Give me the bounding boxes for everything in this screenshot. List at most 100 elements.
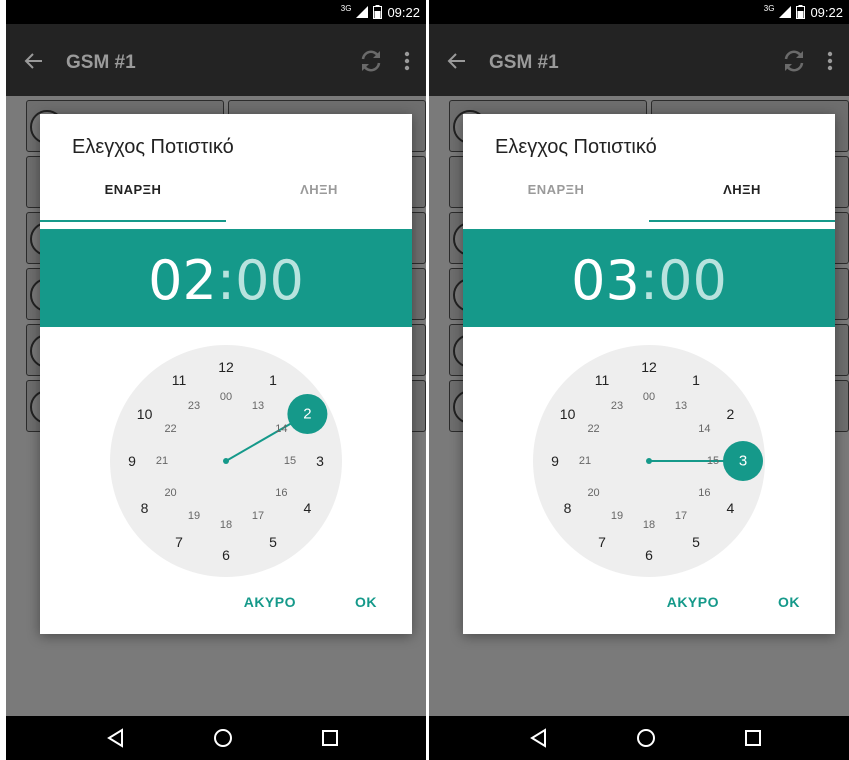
nav-back-icon[interactable] [525,724,553,752]
clock-inner-hour[interactable]: 18 [643,519,655,531]
tab-start[interactable]: ΕΝΑΡΞΗ [463,178,649,222]
clock-outer-hour[interactable]: 7 [598,534,606,550]
clock-inner-hour[interactable]: 17 [252,510,264,522]
clock-outer-hour[interactable]: 10 [137,406,153,422]
dialog-title: Ελεγχος Ποτιστικό [72,136,234,158]
clock-inner-hour[interactable]: 14 [275,423,287,435]
clock-outer-hour[interactable]: 8 [141,500,149,516]
clock-inner-hour[interactable]: 19 [188,510,200,522]
tab-end-label: ΛΗΞΗ [723,182,761,197]
tab-start-label: ΕΝΑΡΞΗ [104,182,162,197]
clock-inner-hour[interactable]: 16 [275,487,287,499]
network-type: 3G [763,3,775,13]
nav-recents-icon[interactable] [739,724,767,752]
tab-start-label: ΕΝΑΡΞΗ [527,182,585,197]
cancel-button[interactable]: ΑΚΥΡΟ [667,594,719,610]
time-picker-dialog: Ελεγχος Ποτιστικό ΕΝΑΡΞΗ ΛΗΞΗ 03:00 12 1 2… [463,114,835,634]
time-separator: : [216,249,236,312]
clock-inner-hour[interactable]: 00 [643,391,655,403]
clock-face [110,345,342,577]
ok-button[interactable]: OK [355,594,377,610]
status-bar: 3G 09:22 [6,0,426,24]
nav-recents-icon[interactable] [316,724,344,752]
clock-inner-hour[interactable]: 20 [587,487,599,499]
tab-underline [649,220,835,222]
clock-inner-hour[interactable]: 13 [675,400,687,412]
clock-inner-hour[interactable]: 20 [164,487,176,499]
clock-inner-hour[interactable]: 00 [220,391,232,403]
tab-underline [40,220,226,222]
battery-icon [373,5,383,19]
clock-outer-hour[interactable]: 11 [172,372,187,388]
clock-outer-hour[interactable]: 10 [560,406,576,422]
clock-inner-hour[interactable]: 18 [220,519,232,531]
clock-inner-hour[interactable]: 13 [252,400,264,412]
clock-outer-hour[interactable]: 2 [727,406,735,422]
clock-center-dot [223,458,229,464]
tab-start[interactable]: ΕΝΑΡΞΗ [40,178,226,222]
clock-outer-hour[interactable]: 12 [641,359,657,375]
more-vert-icon[interactable] [827,48,833,74]
clock-outer-hour[interactable]: 5 [692,534,700,550]
clock-outer-hour[interactable]: 9 [128,453,136,469]
refresh-icon[interactable] [358,48,384,74]
clock-dial[interactable]: 12 1 2 3 4 5 6 7 8 9 10 11 00 13 14 15 16 17 18 19 20 21 22 23 [533,345,765,577]
clock-inner-hour[interactable]: 15 [284,455,296,467]
ok-button[interactable]: OK [778,594,800,610]
clock-outer-hour[interactable]: 8 [564,500,572,516]
clock-outer-hour[interactable]: 1 [269,372,277,388]
clock-center-dot [646,458,652,464]
time-hours[interactable]: 03 [571,249,640,312]
clock-outer-hour[interactable]: 9 [551,453,559,469]
clock-inner-hour[interactable]: 19 [611,510,623,522]
clock-inner-hour[interactable]: 21 [579,455,591,467]
clock-outer-hour[interactable]: 11 [595,372,610,388]
navigation-bar [429,716,849,760]
nav-home-icon[interactable] [632,724,660,752]
clock-inner-hour[interactable]: 22 [164,423,176,435]
more-vert-icon[interactable] [404,48,410,74]
clock-outer-hour[interactable]: 2 [303,406,311,423]
nav-home-icon[interactable] [209,724,237,752]
time-picker-dialog: Ελεγχος Ποτιστικό ΕΝΑΡΞΗ ΛΗΞΗ 02:00 12 1 2… [40,114,412,634]
clock-outer-hour[interactable]: 3 [739,453,747,470]
clock-inner-hour[interactable]: 22 [587,423,599,435]
clock-inner-hour[interactable]: 15 [707,455,719,467]
back-arrow-icon[interactable] [24,51,44,71]
clock-outer-hour[interactable]: 3 [316,453,324,469]
back-arrow-icon[interactable] [447,51,467,71]
status-time: 09:22 [810,4,843,20]
clock-inner-hour[interactable]: 23 [188,400,200,412]
phone-screen: 3G 09:22 GSM #1 Ελεγχος Ποτιστικό ΕΝΑΡΞΗ… [429,0,849,760]
clock-face [533,345,765,577]
phone-screen: 3G 09:22 GSM #1 Ελεγχος Ποτιστικό ΕΝΑΡΞΗ… [6,0,426,760]
time-minutes[interactable]: 00 [658,249,727,312]
nav-back-icon[interactable] [102,724,130,752]
time-minutes[interactable]: 00 [235,249,304,312]
dialog-title: Ελεγχος Ποτιστικό [495,136,657,158]
status-time: 09:22 [387,4,420,20]
clock-outer-hour[interactable]: 12 [218,359,234,375]
clock-dial[interactable]: 12 1 2 3 4 5 6 7 8 9 10 11 00 13 14 15 16 17 18 19 20 21 22 23 [110,345,342,577]
time-display: 02:00 [40,229,412,327]
clock-inner-hour[interactable]: 14 [698,423,710,435]
tab-end[interactable]: ΛΗΞΗ [649,178,835,222]
cancel-button[interactable]: ΑΚΥΡΟ [244,594,296,610]
battery-icon [796,5,806,19]
time-hours[interactable]: 02 [148,249,217,312]
refresh-icon[interactable] [781,48,807,74]
clock-outer-hour[interactable]: 6 [222,547,230,563]
clock-inner-hour[interactable]: 16 [698,487,710,499]
tab-end[interactable]: ΛΗΞΗ [226,178,412,222]
clock-outer-hour[interactable]: 1 [692,372,700,388]
clock-outer-hour[interactable]: 7 [175,534,183,550]
clock-outer-hour[interactable]: 5 [269,534,277,550]
app-title: GSM #1 [489,52,559,73]
clock-inner-hour[interactable]: 17 [675,510,687,522]
clock-outer-hour[interactable]: 4 [727,500,735,516]
clock-outer-hour[interactable]: 4 [304,500,312,516]
app-bar: GSM #1 [429,24,849,96]
clock-inner-hour[interactable]: 21 [156,455,168,467]
clock-outer-hour[interactable]: 6 [645,547,653,563]
clock-inner-hour[interactable]: 23 [611,400,623,412]
